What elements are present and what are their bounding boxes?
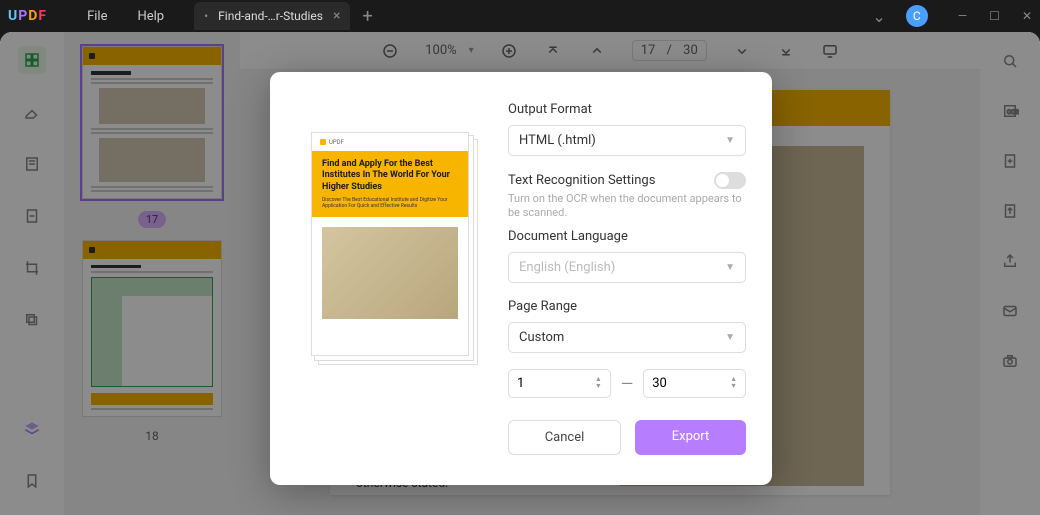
chevron-down-icon[interactable]: ⌄: [872, 7, 885, 26]
document-language-select[interactable]: English (English)▼: [508, 252, 746, 283]
export-button[interactable]: Export: [635, 420, 746, 455]
tab-title: Find-and-…r-Studies: [218, 9, 323, 23]
tab-area: • Find-and-…r-Studies × +: [194, 2, 373, 30]
text-recognition-hint: Turn on the OCR when the document appear…: [508, 192, 746, 221]
stepper-icon[interactable]: ▲▼: [730, 376, 737, 390]
dialog-thumbnail: UPDF Find and Apply For the Best Institu…: [311, 132, 469, 356]
output-format-select[interactable]: HTML (.html)▼: [508, 125, 746, 156]
stepper-icon[interactable]: ▲▼: [595, 376, 602, 390]
preview-title: Find and Apply For the Best Institutes I…: [322, 159, 458, 193]
close-window-icon[interactable]: ✕: [1022, 9, 1032, 23]
menu-file[interactable]: File: [87, 9, 107, 24]
range-dash: —: [621, 374, 634, 393]
minimize-icon[interactable]: —: [958, 9, 967, 23]
text-recognition-label: Text Recognition Settings: [508, 173, 655, 188]
page-range-label: Page Range: [508, 299, 746, 314]
output-format-label: Output Format: [508, 102, 746, 117]
menu-help[interactable]: Help: [137, 9, 164, 24]
new-tab-button[interactable]: +: [362, 6, 372, 27]
user-avatar[interactable]: C: [906, 5, 928, 27]
page-range-select[interactable]: Custom▼: [508, 322, 746, 353]
export-dialog: UPDF Find and Apply For the Best Institu…: [270, 72, 772, 485]
title-bar: UPDF File Help • Find-and-…r-Studies × +…: [0, 0, 1040, 32]
close-tab-icon[interactable]: ×: [333, 8, 340, 24]
app-logo: UPDF: [8, 8, 47, 24]
dialog-form: Output Format HTML (.html)▼ Text Recogni…: [508, 102, 746, 455]
main-menu: File Help: [87, 9, 164, 24]
maximize-icon[interactable]: ☐: [989, 9, 1000, 23]
range-to-input[interactable]: 30 ▲▼: [643, 369, 746, 398]
dialog-preview: UPDF Find and Apply For the Best Institu…: [300, 102, 480, 455]
preview-subtitle: Discover The Best Educational Institute …: [322, 197, 458, 209]
document-language-label: Document Language: [508, 229, 746, 244]
ocr-toggle[interactable]: [714, 172, 746, 189]
document-tab[interactable]: • Find-and-…r-Studies ×: [194, 2, 350, 30]
cancel-button[interactable]: Cancel: [508, 420, 621, 455]
range-from-input[interactable]: 1 ▲▼: [508, 369, 611, 398]
